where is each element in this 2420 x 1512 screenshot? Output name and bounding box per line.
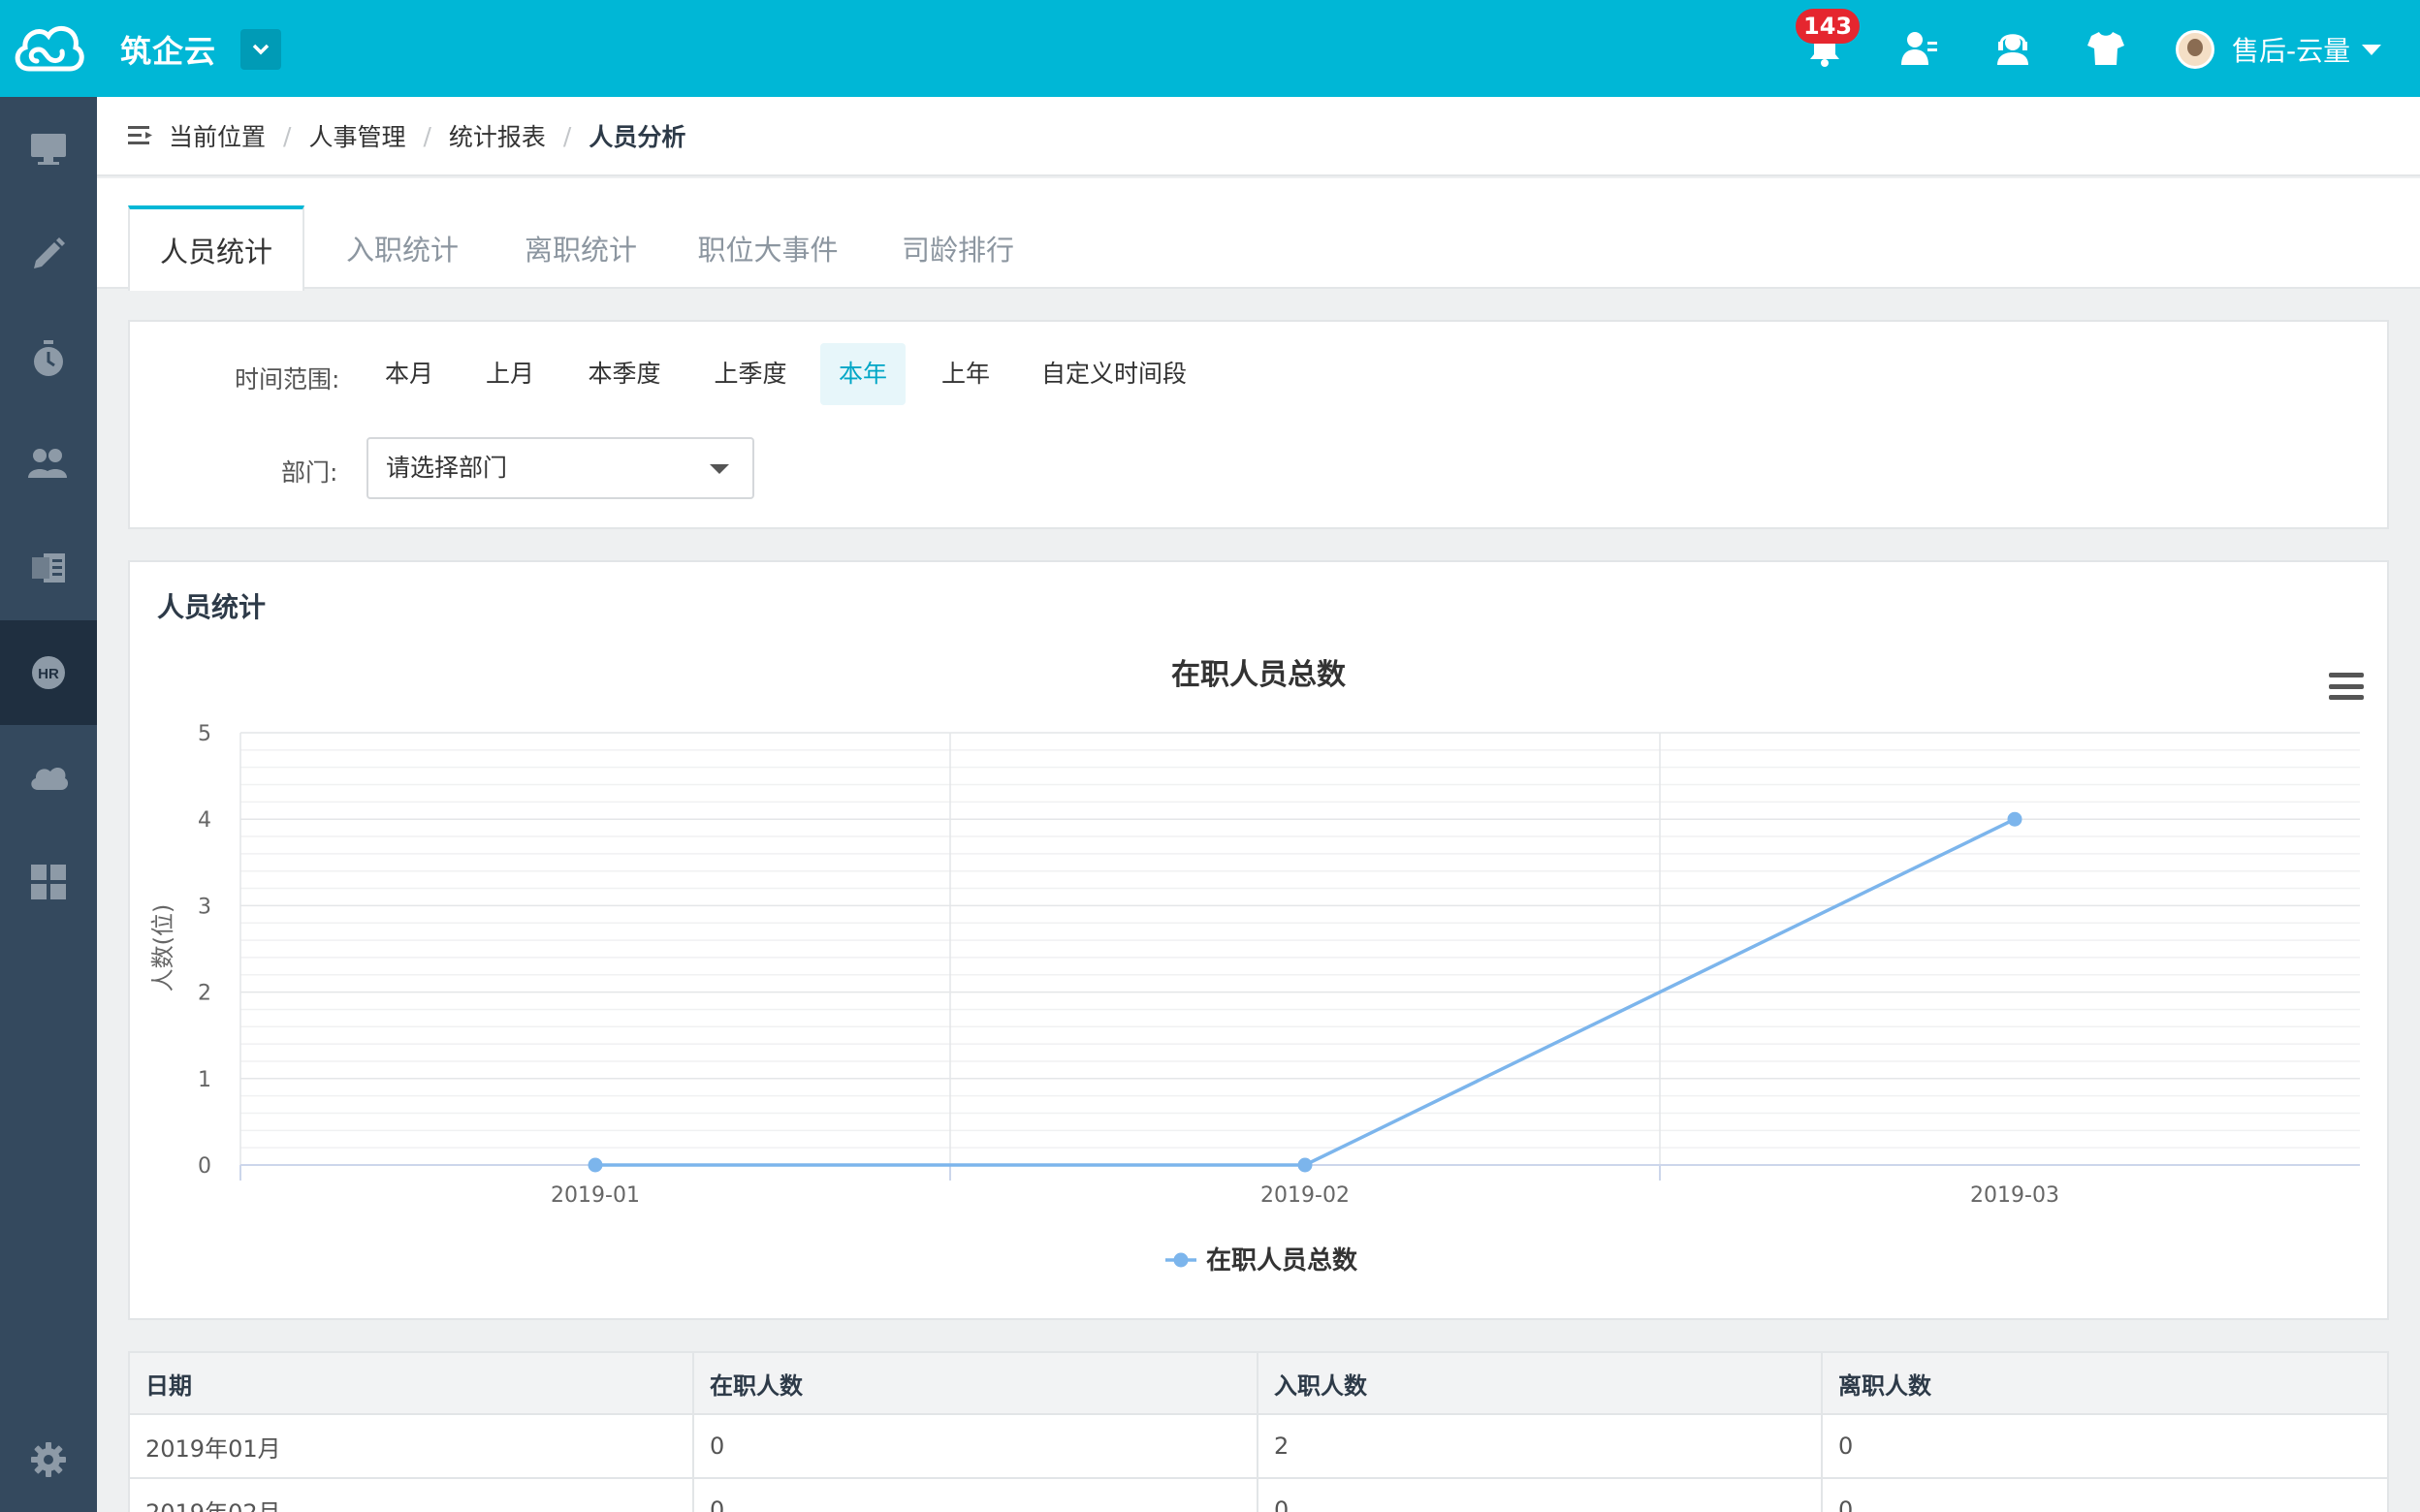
table-header-cell[interactable]: 日期 — [130, 1353, 694, 1413]
sidebar-item-cloud[interactable] — [0, 725, 97, 830]
pencil-icon — [34, 237, 65, 268]
table-header-cell[interactable]: 离职人数 — [1823, 1353, 2387, 1413]
sidebar-item-apps[interactable] — [0, 830, 97, 934]
department-select[interactable]: 请选择部门 — [366, 437, 754, 499]
time-option-last-year[interactable]: 上年 — [923, 343, 1008, 405]
sidebar-item-edit[interactable] — [0, 202, 97, 306]
data-point — [588, 1157, 603, 1173]
data-point — [2007, 811, 2022, 827]
y-tick-label: 3 — [198, 895, 211, 919]
legend-label: 在职人员总数 — [1206, 1246, 1358, 1276]
department-select-value: 请选择部门 — [386, 454, 508, 482]
grid-icon — [31, 865, 66, 899]
tshirt-icon[interactable] — [2083, 25, 2129, 72]
menu-collapse-icon[interactable] — [128, 125, 153, 146]
chart-legend[interactable]: 在职人员总数 — [1165, 1246, 1358, 1276]
time-option-this-month[interactable]: 本月 — [368, 343, 450, 405]
time-option-custom-range[interactable]: 自定义时间段 — [1032, 343, 1196, 405]
table-cell: 2 — [1258, 1415, 1823, 1477]
table-row: 2019年02月 0 0 0 — [130, 1479, 2387, 1512]
table-cell: 2019年01月 — [130, 1415, 694, 1477]
table-cell: 0 — [1258, 1479, 1823, 1512]
time-option-this-year[interactable]: 本年 — [820, 343, 906, 405]
svg-text:HR: HR — [38, 666, 59, 682]
time-option-last-month[interactable]: 上月 — [469, 343, 551, 405]
notification-badge: 143 — [1796, 9, 1861, 44]
breadcrumb-item[interactable]: 当前位置 — [169, 118, 266, 153]
top-bar: 筑企云 143 售后-云量 — [0, 0, 2420, 97]
x-tick-label: 2019-01 — [551, 1183, 640, 1208]
cloud-icon — [31, 768, 69, 790]
app-title: 筑企云 — [120, 33, 217, 70]
tab-bar: 人员统计 入职统计 离职统计 职位大事件 司龄排行 — [97, 178, 2420, 291]
caret-down-icon — [710, 464, 729, 474]
app-logo-icon[interactable] — [0, 0, 97, 97]
y-axis-label: 人数(位) — [149, 904, 176, 992]
app-switch-chevron-down-icon[interactable] — [240, 29, 281, 70]
y-tick-label: 5 — [198, 722, 211, 746]
sidebar-item-people[interactable] — [0, 411, 97, 516]
sidebar-item-settings[interactable] — [0, 1407, 97, 1512]
tab-staff-stats[interactable]: 人员统计 — [128, 205, 304, 291]
sidebar-item-monitor[interactable] — [0, 97, 97, 202]
table-cell: 2019年02月 — [130, 1479, 694, 1512]
breadcrumb-separator: / — [562, 121, 572, 150]
table-header-cell[interactable]: 在职人数 — [694, 1353, 1258, 1413]
y-tick-label: 2 — [198, 982, 211, 1006]
table-header-cell[interactable]: 入职人数 — [1258, 1353, 1823, 1413]
user-menu[interactable]: 售后-云量 — [2176, 29, 2382, 70]
chart-panel-title: 人员统计 — [157, 591, 267, 623]
table-header-row: 日期 在职人数 入职人数 离职人数 — [130, 1353, 2387, 1415]
customer-service-icon[interactable] — [1990, 25, 2036, 72]
user-name: 售后-云量 — [2232, 35, 2351, 67]
sidebar-item-excel[interactable] — [0, 516, 97, 620]
table-cell: 0 — [694, 1479, 1258, 1512]
hr-icon: HR — [32, 656, 65, 689]
table-cell: 0 — [694, 1415, 1258, 1477]
breadcrumb-item[interactable]: 统计报表 — [449, 118, 546, 153]
caret-down-icon — [2362, 44, 2382, 55]
sidebar: HR — [0, 97, 97, 1512]
breadcrumb-separator: / — [423, 121, 431, 150]
table-cell: 0 — [1838, 1433, 1854, 1460]
x-tick-label: 2019-03 — [1970, 1183, 2059, 1208]
sidebar-item-timer[interactable] — [0, 306, 97, 411]
stopwatch-icon — [34, 340, 63, 376]
breadcrumb-separator: / — [283, 121, 292, 150]
tab-onboarding-stats[interactable]: 入职统计 — [320, 205, 485, 291]
y-tick-label: 1 — [198, 1068, 211, 1092]
breadcrumb-current: 人员分析 — [589, 123, 686, 151]
table-cell: 0 — [1838, 1496, 1854, 1512]
legend-symbol-dot — [1173, 1252, 1189, 1268]
sidebar-item-hr[interactable]: HR — [0, 620, 97, 725]
chart-title: 在职人员总数 — [1171, 658, 1347, 692]
breadcrumb: 当前位置 / 人事管理 / 统计报表 / 人员分析 — [97, 97, 2420, 176]
data-point — [1297, 1157, 1313, 1173]
tab-seniority-ranking[interactable]: 司龄排行 — [873, 205, 1043, 291]
tab-resignation-stats[interactable]: 离职统计 — [498, 205, 663, 291]
time-range-label: 时间范围: — [235, 365, 340, 394]
y-tick-label: 4 — [198, 808, 211, 833]
people-icon — [28, 449, 67, 478]
y-tick-label: 0 — [198, 1154, 211, 1179]
department-label: 部门: — [281, 458, 338, 487]
breadcrumb-item[interactable]: 人事管理 — [308, 118, 405, 153]
tab-position-events[interactable]: 职位大事件 — [677, 205, 859, 291]
excel-icon — [32, 553, 65, 583]
gear-icon — [31, 1442, 66, 1477]
contact-card-icon[interactable] — [1896, 25, 1943, 72]
x-tick-label: 2019-02 — [1260, 1183, 1350, 1208]
time-option-last-quarter[interactable]: 上季度 — [698, 343, 803, 405]
table-row: 2019年01月 0 2 0 — [130, 1415, 2387, 1479]
stats-table: 日期 在职人数 入职人数 离职人数 2019年01月 0 2 0 2019年02… — [128, 1351, 2389, 1512]
monitor-icon — [31, 134, 66, 165]
avatar — [2176, 30, 2214, 69]
time-option-this-quarter[interactable]: 本季度 — [572, 343, 677, 405]
chart-area: 在职人员总数 0 1 2 3 4 5 2019-01 2019-02 2019-03 人数(位)… — [149, 658, 2360, 1276]
